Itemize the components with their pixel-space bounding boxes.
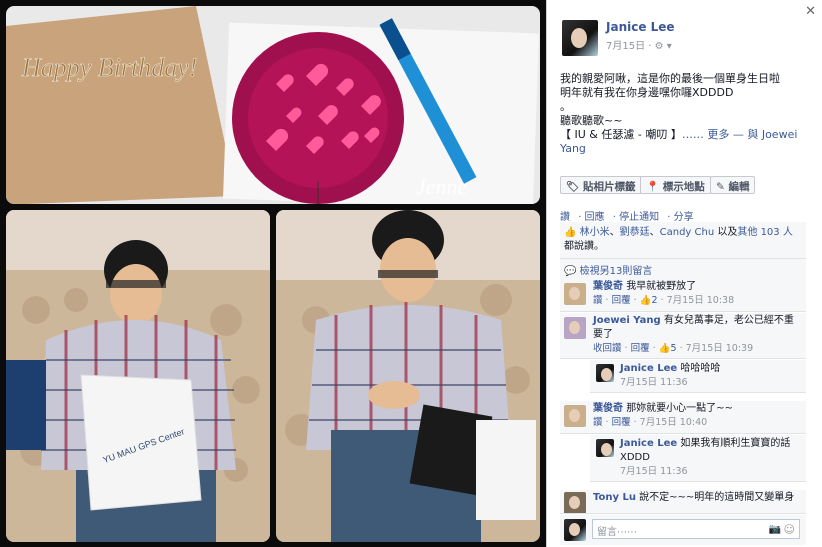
like-count[interactable]: 2 <box>652 295 658 306</box>
person-photo-1: YU MAU GPS Center <box>6 210 270 542</box>
comment-composer: 留言⋯⋯ 📷 ☺ <box>560 515 806 545</box>
comment-reply-link[interactable]: 回覆 <box>612 295 631 306</box>
commenter-avatar[interactable] <box>564 317 586 339</box>
post-actions: 讚 · 回應 · 停止通知 · 分享 <box>560 208 699 223</box>
composer-avatar <box>564 519 586 541</box>
others-link[interactable]: 其他 103 人 <box>737 227 792 238</box>
comment-input[interactable]: 留言⋯⋯ 📷 ☺ <box>592 519 800 539</box>
comment: Joewei Yang 有女兒萬事足，老公已經不重要了 收回讚 · 回覆 · 👍… <box>560 313 806 359</box>
separator: 、 <box>609 227 620 238</box>
view-previous-label[interactable]: 檢視另13則留言 <box>580 266 653 277</box>
comment-text: 哈哈哈哈 <box>680 363 721 374</box>
comment-time[interactable]: 7月15日 10:39 <box>686 343 754 354</box>
comment-unlike-link[interactable]: 收回讚 <box>593 343 622 354</box>
liker-link[interactable]: 劉恭廷 <box>620 227 650 238</box>
commenter-name[interactable]: Tony Lu <box>593 492 636 503</box>
photo-viewer[interactable]: Happy Birthday! Jenne YU MAU GPS Center <box>0 0 546 547</box>
comment-text: 我早就被野放了 <box>626 281 697 292</box>
post-date-text[interactable]: 7月15日 · <box>606 41 655 52</box>
tag-photo-button[interactable]: 🏷 貼相片標籤 <box>560 176 642 194</box>
comment-like-link[interactable]: 讚 <box>593 295 603 306</box>
post-line-1: 我的親愛阿啾，這是你的最後一個單身生日啦 <box>560 72 780 85</box>
post-body: 我的親愛阿啾，這是你的最後一個單身生日啦 明年就有我在你身邊嘿你囉XDDDD 。… <box>560 72 810 156</box>
comment-text: 說不定~~~明年的這時間又變單身 <box>639 492 795 503</box>
likes-suffix: 都說讚。 <box>564 241 604 252</box>
camera-icon[interactable]: 📷 <box>769 524 781 535</box>
author-avatar[interactable] <box>562 20 598 56</box>
commenter-name[interactable]: Janice Lee <box>620 438 677 449</box>
comment-time[interactable]: 7月15日 11:36 <box>620 377 688 388</box>
like-count-icon[interactable]: 👍 <box>659 343 671 354</box>
add-location-button[interactable]: 📍 標示地點 <box>640 176 711 194</box>
thumbs-up-icon: 👍 <box>564 227 577 238</box>
person-photo-2 <box>276 210 540 542</box>
comment-time[interactable]: 7月15日 11:36 <box>620 466 688 477</box>
signature: Jenne <box>416 174 468 199</box>
commenter-avatar[interactable] <box>596 364 614 382</box>
birthday-card-photo: Happy Birthday! Jenne <box>6 6 540 204</box>
comment: 葉俊奇 那妳就要小心一點了~~ 讚 · 回覆 · 7月15日 10:40 <box>560 401 806 434</box>
emoji-icon[interactable]: ☺ <box>784 523 795 536</box>
edit-button[interactable]: ✎ 編輯 <box>710 176 756 194</box>
commenter-name[interactable]: Janice Lee <box>620 363 677 374</box>
liker-link[interactable]: 林小米 <box>580 227 610 238</box>
comment-like-link[interactable]: 讚 <box>593 417 603 428</box>
commenter-avatar[interactable] <box>564 283 586 305</box>
commenter-name[interactable]: 葉俊奇 <box>593 281 623 292</box>
card-text: Happy Birthday! <box>21 53 197 82</box>
comment-reply: Janice Lee 哈哈哈哈 7月15日 11:36 <box>590 360 806 393</box>
post-author[interactable]: Janice Lee <box>606 20 675 34</box>
commenter-name[interactable]: Joewei Yang <box>593 315 661 326</box>
comment-meta: 收回讚 · 回覆 · 👍5 · 7月15日 10:39 <box>593 343 754 354</box>
view-previous-comments[interactable]: 💬 檢視另13則留言 <box>560 259 806 281</box>
commenter-avatar[interactable] <box>564 492 586 513</box>
comment-reply-link[interactable]: 回覆 <box>612 417 631 428</box>
post-date: 7月15日 · ⚙ ▾ <box>606 37 672 52</box>
post-line-3: 。 <box>560 100 571 113</box>
comment-time[interactable]: 7月15日 10:40 <box>640 417 708 428</box>
comment-time[interactable]: 7月15日 10:38 <box>667 295 735 306</box>
like-count[interactable]: 5 <box>671 343 677 354</box>
comment-meta: 讚 · 回覆 · 👍2 · 7月15日 10:38 <box>593 295 735 306</box>
separator: 、 <box>649 227 660 238</box>
song-title: 【 IU & 任瑟濾 - 嘲叨 】 <box>560 128 682 141</box>
see-more-link[interactable]: …… 更多 — 與 <box>682 128 762 141</box>
likes-summary: 👍 林小米、劉恭廷、Candy Chu 以及其他 103 人都說讚。 <box>560 222 806 259</box>
likes-conjunction: 以及 <box>714 227 738 238</box>
liker-link[interactable]: Candy Chu <box>660 227 715 238</box>
comment-meta: 讚 · 回覆 · 7月15日 10:40 <box>593 417 708 428</box>
comment: 葉俊奇 我早就被野放了 讚 · 回覆 · 👍2 · 7月15日 10:38 <box>560 279 806 312</box>
post-line-4: 聽歌聽歌~~ <box>560 114 623 127</box>
comment-reply: Janice Lee 如果我有順利生寶寶的話 XDDD 7月15日 11:36 <box>590 435 806 482</box>
commenter-avatar[interactable] <box>564 405 586 427</box>
comment-reply-link[interactable]: 回覆 <box>631 343 650 354</box>
commenter-avatar[interactable] <box>596 439 614 457</box>
post-line-2: 明年就有我在你身邊嘿你囉XDDDD <box>560 86 734 99</box>
gear-icon[interactable]: ⚙ ▾ <box>655 41 672 52</box>
comment-text: 那妳就要小心一點了~~ <box>626 403 733 414</box>
comment-icon: 💬 <box>564 266 577 277</box>
comment: Tony Lu 說不定~~~明年的這時間又變單身 <box>560 490 806 514</box>
post-line-5: 【 IU & 任瑟濾 - 嘲叨 】…… 更多 — 與 Joewei Yang <box>560 128 810 156</box>
commenter-name[interactable]: 葉俊奇 <box>593 403 623 414</box>
comment-placeholder: 留言⋯⋯ <box>597 527 637 538</box>
like-count-icon[interactable]: 👍 <box>640 295 652 306</box>
close-icon[interactable]: ✕ <box>805 4 816 19</box>
